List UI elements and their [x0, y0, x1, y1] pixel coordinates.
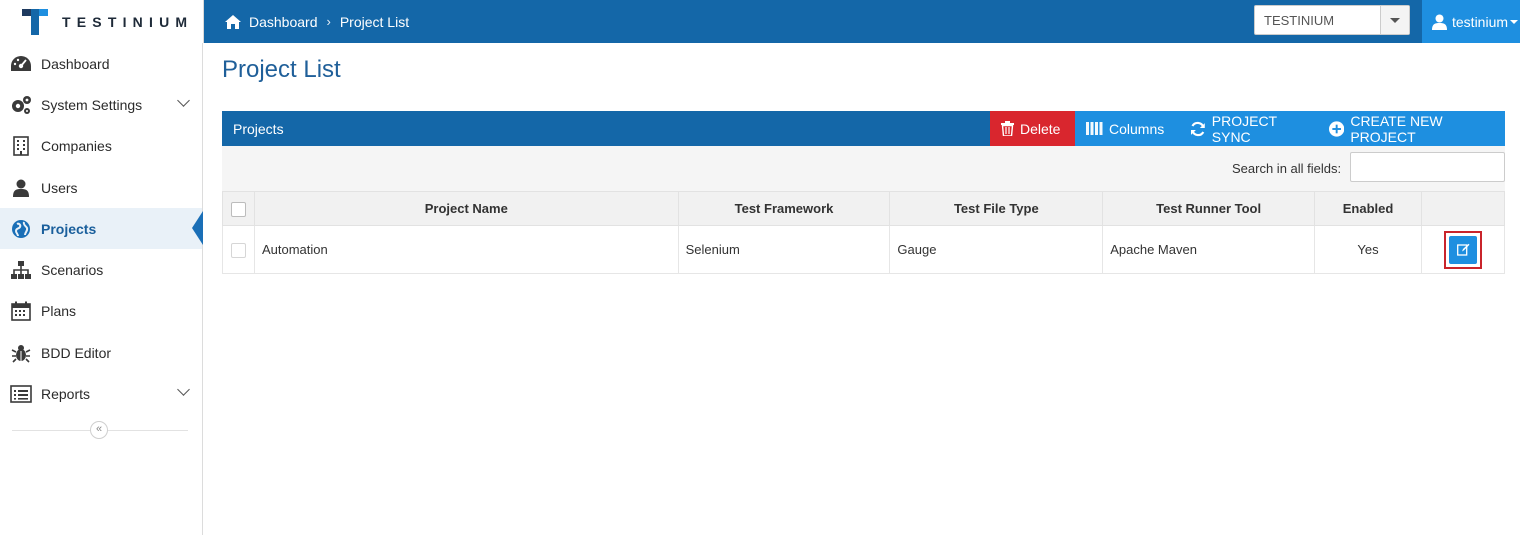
home-icon[interactable]: [224, 14, 242, 30]
row-checkbox[interactable]: [230, 242, 246, 258]
create-new-project-label: CREATE NEW PROJECT: [1350, 112, 1443, 145]
sidebar-item-plans[interactable]: Plans: [0, 291, 202, 332]
select-all-checkbox[interactable]: [230, 201, 246, 217]
sidebar-item-system-settings[interactable]: System Settings: [0, 84, 202, 125]
sidebar-item-companies[interactable]: Companies: [0, 126, 202, 167]
sidebar-item-label: BDD Editor: [41, 344, 112, 361]
column-header-test-framework[interactable]: Test Framework: [677, 191, 891, 226]
search-label: Search in all fields:: [1232, 161, 1342, 176]
user-menu[interactable]: testinium: [1422, 0, 1520, 43]
chevron-down-icon[interactable]: [177, 383, 190, 397]
user-icon: [10, 177, 32, 199]
columns-icon: [1086, 122, 1103, 135]
sidebar-item-reports[interactable]: Reports: [0, 373, 202, 414]
globe-icon: [10, 218, 32, 240]
delete-button[interactable]: Delete: [990, 111, 1075, 146]
select-all-cell: [222, 191, 255, 226]
cell-test-runner-tool: Apache Maven: [1102, 225, 1316, 274]
collapse-sidebar-icon[interactable]: «: [90, 420, 108, 439]
breadcrumb-dashboard-link[interactable]: Dashboard: [249, 14, 318, 30]
sidebar-item-users[interactable]: Users: [0, 167, 202, 208]
trash-icon: [1001, 121, 1014, 136]
table-toolbar: Search in all fields:: [222, 146, 1505, 191]
column-header-project-name[interactable]: Project Name: [253, 191, 679, 226]
columns-label: Columns: [1109, 120, 1165, 137]
sync-icon: [1190, 121, 1205, 136]
projects-table: Project Name Test Framework Test File Ty…: [222, 191, 1505, 274]
sidebar-item-label: Scenarios: [41, 262, 104, 279]
sidebar-item-bdd-editor[interactable]: BDD Editor: [0, 332, 202, 373]
column-header-test-file-type[interactable]: Test File Type: [889, 191, 1104, 226]
plus-circle-icon: [1329, 120, 1345, 137]
table-header-row: Project Name Test Framework Test File Ty…: [222, 191, 1505, 226]
sidebar-item-label: Projects: [41, 220, 97, 237]
user-icon: [1432, 14, 1447, 30]
company-select[interactable]: TESTINIUM: [1254, 5, 1410, 35]
top-navbar: TESTINIUM Dashboard › Project List TESTI…: [0, 0, 1520, 43]
sidebar-item-label: System Settings: [41, 96, 143, 113]
search-input[interactable]: [1350, 152, 1505, 182]
cell-test-file-type: Gauge: [889, 225, 1104, 274]
projects-panel-header: Projects Delete Columns PROJECT SYNC CRE…: [222, 111, 1505, 146]
panel-title: Projects: [233, 121, 284, 137]
sidebar-collapse-row: «: [0, 415, 202, 445]
delete-label: Delete: [1020, 120, 1061, 137]
project-sync-button[interactable]: PROJECT SYNC: [1179, 111, 1318, 146]
bug-icon: [10, 342, 32, 364]
table-row[interactable]: Automation Selenium Gauge Apache Maven Y…: [222, 225, 1505, 274]
gears-icon: [10, 94, 32, 116]
company-select-value: TESTINIUM: [1264, 13, 1335, 28]
row-select-cell: [222, 225, 255, 274]
testinium-logo-icon: [22, 9, 48, 35]
chevron-down-icon[interactable]: [177, 94, 190, 108]
cell-project-name: Automation: [253, 225, 679, 274]
brand-logo[interactable]: TESTINIUM: [0, 0, 204, 43]
list-icon: [10, 383, 32, 405]
brand-name: TESTINIUM: [62, 14, 194, 30]
column-header-test-runner-tool[interactable]: Test Runner Tool: [1102, 191, 1316, 226]
sidebar-item-label: Users: [41, 179, 78, 196]
breadcrumb-current: Project List: [339, 13, 410, 30]
columns-button[interactable]: Columns: [1075, 111, 1179, 146]
building-icon: [10, 135, 32, 157]
page-title: Project List: [222, 56, 341, 83]
cell-actions: [1421, 225, 1505, 274]
edit-icon: [1456, 243, 1469, 256]
column-header-actions: [1421, 191, 1505, 226]
caret-down-icon: [1510, 19, 1519, 24]
user-name: testinium: [1452, 13, 1509, 30]
sidebar-item-scenarios[interactable]: Scenarios: [0, 249, 202, 290]
sitemap-icon: [10, 259, 32, 281]
sidebar-item-projects[interactable]: Projects: [0, 208, 203, 250]
sidebar-item-label: Plans: [41, 303, 77, 320]
create-new-project-button[interactable]: CREATE NEW PROJECT: [1318, 111, 1505, 146]
breadcrumb: Dashboard › Project List: [224, 0, 409, 43]
dashboard-icon: [10, 53, 32, 75]
chevron-down-icon[interactable]: [1380, 6, 1409, 34]
sidebar-item-dashboard[interactable]: Dashboard: [0, 43, 202, 84]
column-header-enabled[interactable]: Enabled: [1314, 191, 1422, 226]
sidebar-item-label: Reports: [41, 386, 91, 403]
sidebar: Dashboard System Settings Companies User…: [0, 43, 203, 535]
edit-highlight: [1444, 230, 1482, 269]
sidebar-item-label: Companies: [41, 138, 112, 155]
breadcrumb-separator-icon: ›: [326, 14, 331, 29]
edit-project-button[interactable]: [1449, 235, 1477, 264]
calendar-icon: [10, 300, 32, 322]
sidebar-item-label: Dashboard: [41, 55, 110, 72]
cell-enabled: Yes: [1314, 225, 1422, 274]
cell-test-framework: Selenium: [677, 225, 891, 274]
project-sync-label: PROJECT SYNC: [1211, 112, 1277, 145]
